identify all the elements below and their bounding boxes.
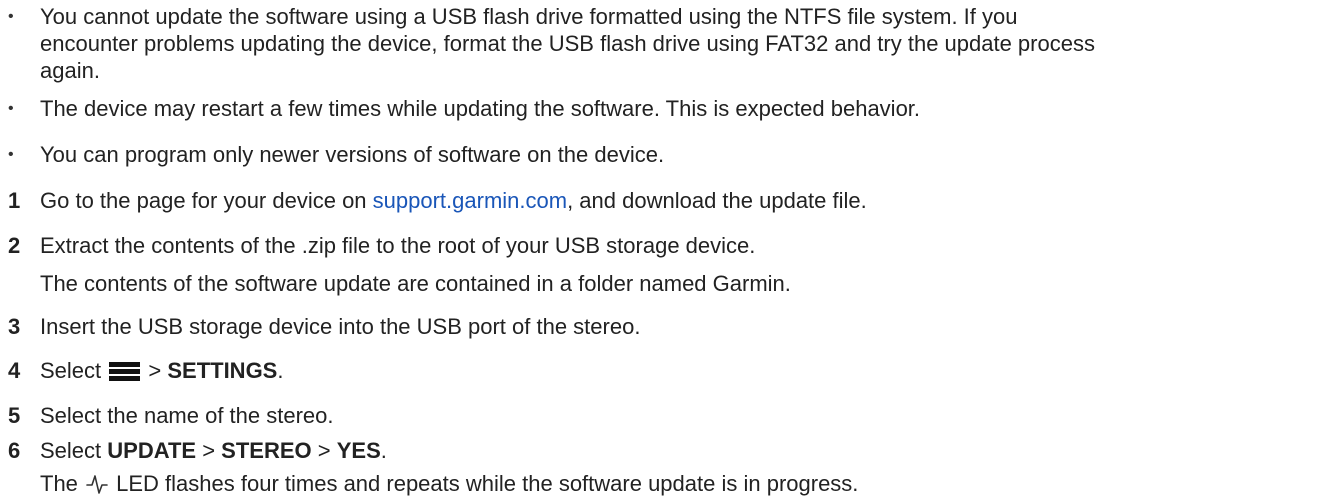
step-note-text: The LED flashes four times and repeats w… (40, 470, 1307, 497)
menu-icon (109, 362, 141, 381)
step-text: Insert the USB storage device into the U… (40, 314, 641, 339)
settings-label: SETTINGS (167, 358, 278, 383)
bullet-text: You cannot update the software using a U… (40, 3, 1307, 84)
step-text-part: , and download the update file. (567, 188, 867, 213)
step-text: Select UPDATE > STEREO > YES. (40, 437, 1307, 464)
step-number: 3 (8, 314, 21, 339)
yes-label: YES (336, 438, 381, 463)
step-text-part: Go to the page for your device on (40, 188, 373, 213)
step-text: Go to the page for your device on suppor… (40, 187, 1307, 214)
step-text-part: Select (40, 438, 108, 463)
bullet-text-line: again. (40, 58, 100, 83)
bullet-text: The device may restart a few times while… (40, 96, 921, 121)
bullet-text: You can program only newer versions of s… (40, 142, 665, 167)
step-number: 6 (8, 438, 21, 463)
step-text-part: > (142, 358, 168, 383)
step-text: Select the name of the stereo. (40, 403, 334, 428)
step-number: 1 (8, 188, 21, 213)
step-number: 4 (8, 358, 21, 383)
step-text-part: . (380, 438, 387, 463)
bullet-marker: • (8, 8, 14, 25)
bullet-marker: • (8, 100, 14, 117)
step-text-part: > (196, 438, 222, 463)
support-link[interactable]: support.garmin.com (373, 188, 567, 213)
step-number: 5 (8, 403, 21, 428)
bullet-text-line: You cannot update the software using a U… (40, 4, 1018, 29)
stereo-label: STEREO (221, 438, 312, 463)
step-text-part: > (311, 438, 337, 463)
step-text-part: LED flashes four times and repeats while… (110, 471, 859, 496)
led-pulse-icon (86, 475, 108, 494)
update-label: UPDATE (107, 438, 197, 463)
step-note-text: The contents of the software update are … (40, 271, 791, 296)
step-number: 2 (8, 233, 21, 258)
step-text-part: The (40, 471, 85, 496)
bullet-text-line: encounter problems updating the device, … (40, 31, 1095, 56)
step-text: Select > SETTINGS. (40, 357, 1307, 384)
step-text-part: . (277, 358, 284, 383)
step-text-part: Select (40, 358, 108, 383)
step-text: Extract the contents of the .zip file to… (40, 233, 756, 258)
bullet-marker: • (8, 146, 14, 163)
